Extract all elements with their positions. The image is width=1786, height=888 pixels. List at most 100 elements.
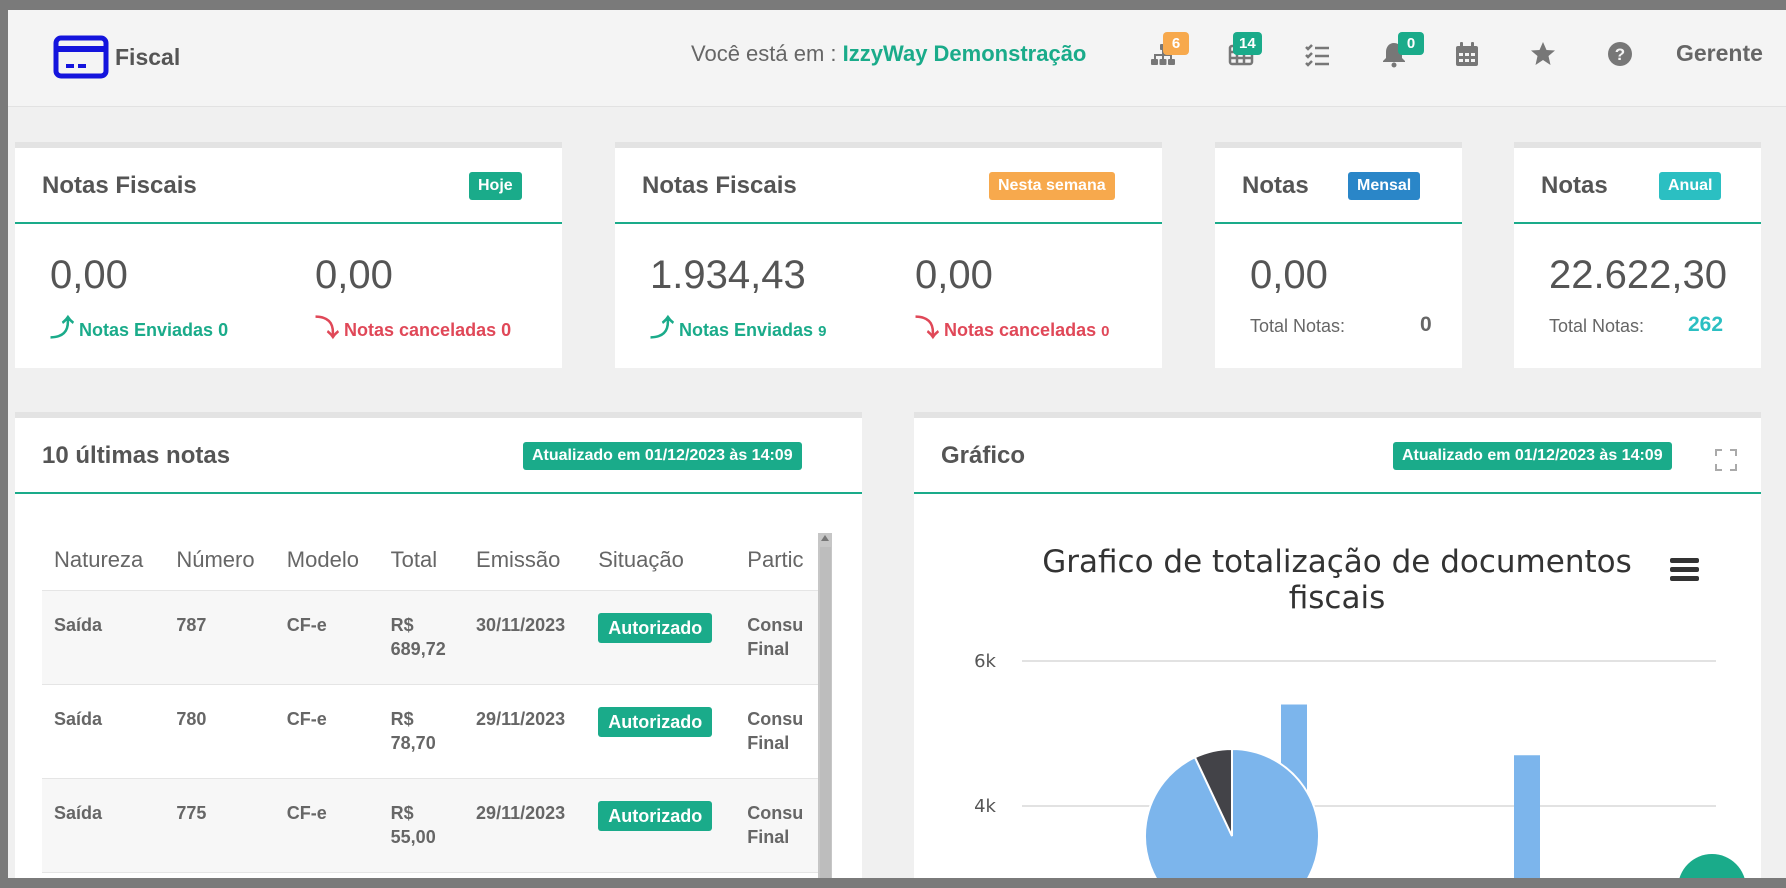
cell-numero: 787: [164, 590, 275, 685]
col-natureza[interactable]: Natureza: [42, 530, 165, 591]
company-name[interactable]: IzzyWay Demonstração: [843, 41, 1087, 66]
fullscreen-icon[interactable]: [1714, 448, 1738, 472]
participant-line2: Final: [747, 827, 790, 847]
card-notas-mensal: Notas Mensal 0,00 Total Notas: 0: [1215, 142, 1462, 368]
help-icon: ?: [1608, 42, 1632, 66]
status-badge: Autorizado: [598, 707, 713, 737]
sent-value: 1.934,43: [650, 253, 806, 297]
card-notas-hoje: Notas Fiscais Hoje 0,00 ⤴ Notas Enviadas…: [15, 142, 562, 368]
col-total[interactable]: Total: [378, 530, 465, 591]
col-emissao[interactable]: Emissão: [464, 530, 587, 591]
month-value: 0,00: [1250, 253, 1328, 297]
period-badge-semana: Nesta semana: [989, 172, 1115, 200]
notifications-button[interactable]: 0: [1380, 32, 1424, 70]
total-currency: R$: [390, 803, 414, 823]
total-label: Total Notas:: [1549, 316, 1645, 336]
chart-menu-icon[interactable]: [1670, 558, 1699, 581]
cancel-value: 0,00: [915, 253, 993, 297]
svg-text:?: ?: [1615, 45, 1625, 64]
scroll-up-icon[interactable]: [818, 532, 832, 544]
col-participante[interactable]: Partic: [735, 530, 822, 591]
cell-total: R$ 689,72: [378, 590, 465, 685]
arrow-up-icon: ⤴: [650, 315, 674, 342]
total-label: Total Notas:: [1250, 316, 1346, 336]
status-badge: Autorizado: [598, 613, 713, 643]
location-indicator: Você está em : IzzyWay Demonstração: [691, 41, 1086, 67]
cell-situacao: Autorizado: [586, 778, 736, 873]
participant-line1: Consu: [747, 803, 804, 823]
cell-participante: Consu Final: [735, 684, 822, 779]
participant-line1: Consu: [747, 615, 804, 635]
participant-line2: Final: [747, 733, 790, 753]
fiscal-card-icon[interactable]: [53, 35, 109, 79]
participant-line1: Consu: [747, 709, 804, 729]
panel-header: Gráfico Atualizado em 01/12/2023 às 14:0…: [914, 418, 1761, 494]
col-situacao[interactable]: Situação: [586, 530, 736, 591]
table-header-row: Natureza Número Modelo Total Emissão Sit…: [42, 530, 822, 591]
card-title: Notas: [1541, 172, 1608, 199]
cell-total: R$ 78,70: [378, 684, 465, 779]
app-title: Fiscal: [115, 44, 181, 70]
sent-stat: ⤴ Notas Enviadas 9: [650, 308, 826, 343]
table-badge: 14: [1233, 32, 1262, 55]
card-header: Notas Mensal: [1215, 148, 1462, 224]
checklist-icon: [1305, 44, 1329, 67]
y-tick-label: 4k: [974, 796, 996, 817]
table-scrollbar-thumb[interactable]: [820, 547, 831, 878]
col-modelo[interactable]: Modelo: [274, 530, 379, 591]
table-row[interactable]: Saída 787 CF-e R$ 689,72 30/11/2023 Autor…: [42, 590, 822, 685]
cell-numero: 780: [164, 684, 275, 779]
user-menu[interactable]: Gerente: [1676, 40, 1763, 67]
cell-emissao: 30/11/2023: [464, 590, 587, 685]
card-notas-semana: Notas Fiscais Nesta semana 1.934,43 ⤴ No…: [615, 142, 1162, 368]
cell-situacao: Autorizado: [586, 590, 736, 685]
calendar-button[interactable]: [1453, 40, 1483, 70]
cell-natureza: Saída: [42, 684, 165, 779]
panel-title: 10 últimas notas: [42, 442, 231, 469]
card-title: Notas: [1242, 172, 1309, 199]
cell-modelo: CF-e: [274, 590, 379, 685]
card-header: Notas Fiscais Hoje: [15, 148, 562, 224]
last-notes-table-wrapper[interactable]: Natureza Número Modelo Total Emissão Sit…: [42, 530, 832, 878]
col-numero[interactable]: Número: [164, 530, 275, 591]
updated-badge: Atualizado em 01/12/2023 às 14:09: [1393, 442, 1672, 470]
sitemap-button[interactable]: 6: [1149, 32, 1189, 70]
cancel-label: Notas canceladas: [944, 320, 1097, 340]
cell-natureza: Saída: [42, 778, 165, 873]
chart-title-line-1: Grafico de totalização de documentos: [1042, 544, 1632, 580]
sent-count: 0: [218, 320, 229, 340]
last-notes-table: Natureza Número Modelo Total Emissão Sit…: [42, 530, 822, 873]
total-currency: R$: [390, 615, 414, 635]
calendar-icon: [1456, 42, 1478, 66]
cancel-stat: ⤵ Notas canceladas 0: [915, 308, 1109, 343]
help-button[interactable]: ?: [1606, 40, 1636, 70]
cell-participante: Consu Final: [735, 590, 822, 685]
location-prefix: Você está em :: [691, 41, 837, 66]
card-title: Notas Fiscais: [42, 172, 197, 199]
app-window: Fiscal Você está em : IzzyWay Demonstraç…: [8, 10, 1786, 878]
panel-header: 10 últimas notas Atualizado em 01/12/202…: [15, 418, 862, 494]
panel-title: Gráfico: [941, 442, 1026, 469]
star-icon: [1531, 42, 1555, 65]
card-header: Notas Anual: [1514, 148, 1761, 224]
arrow-down-icon: ⤵: [315, 315, 339, 342]
cancel-label: Notas canceladas: [344, 320, 497, 340]
y-tick-label: 6k: [974, 651, 996, 672]
sent-label: Notas Enviadas: [79, 320, 214, 340]
year-value: 22.622,30: [1549, 253, 1727, 297]
cell-numero: 775: [164, 778, 275, 873]
cell-emissao: 29/11/2023: [464, 684, 587, 779]
arrow-down-icon: ⤵: [915, 315, 939, 342]
sent-value: 0,00: [50, 253, 128, 297]
cancel-count: 0: [1101, 323, 1110, 340]
cell-total: R$ 55,00: [378, 778, 465, 873]
period-badge-hoje: Hoje: [469, 172, 522, 200]
table-row[interactable]: Saída 780 CF-e R$ 78,70 29/11/2023 Autori…: [42, 684, 822, 779]
table-button[interactable]: 14: [1227, 32, 1262, 70]
table-row[interactable]: Saída 775 CF-e R$ 55,00 29/11/2023 Autori…: [42, 778, 822, 873]
favorites-button[interactable]: [1529, 40, 1559, 70]
chart-title-line-2: fiscais: [1289, 580, 1385, 616]
cell-modelo: CF-e: [274, 684, 379, 779]
tasks-button[interactable]: [1303, 40, 1333, 70]
total-count: 0: [1420, 313, 1432, 336]
